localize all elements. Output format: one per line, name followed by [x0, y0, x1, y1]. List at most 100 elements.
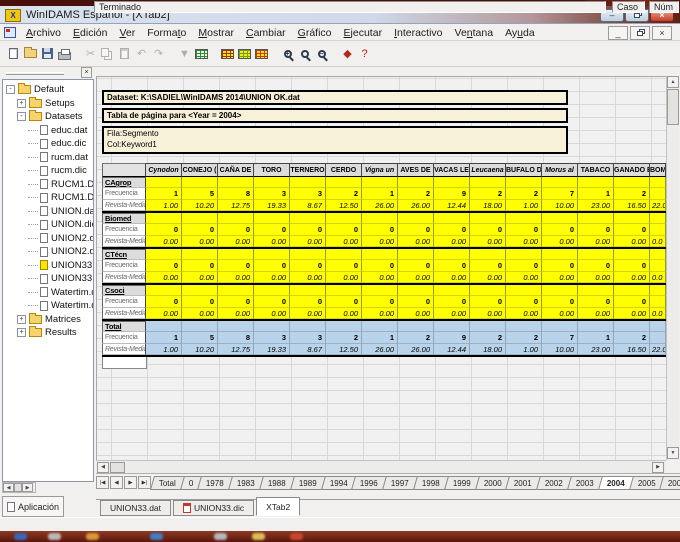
tree-item-results[interactable]: +Results — [3, 326, 93, 340]
cell[interactable] — [254, 285, 290, 296]
cell[interactable] — [470, 285, 506, 296]
cell[interactable]: 0 — [614, 296, 650, 308]
cell[interactable]: 0.00 — [506, 308, 542, 319]
cell[interactable]: 12.44 — [434, 344, 470, 355]
save-icon[interactable] — [39, 45, 56, 63]
cell[interactable]: 5 — [182, 332, 218, 344]
taskbar[interactable] — [0, 531, 680, 542]
cell[interactable]: 0.00 — [506, 236, 542, 247]
col-header[interactable]: Vigna un — [362, 163, 398, 177]
help-icon[interactable]: ? — [356, 45, 373, 63]
yeartab-nav-prev[interactable]: ◀ — [110, 476, 123, 489]
new-document-icon[interactable] — [5, 45, 22, 63]
cell[interactable] — [254, 249, 290, 260]
cell[interactable]: 18.00 — [470, 200, 506, 211]
cell[interactable]: 0 — [398, 224, 434, 236]
cell[interactable] — [362, 285, 398, 296]
cell[interactable]: 0 — [218, 224, 254, 236]
cell[interactable]: 8.67 — [290, 200, 326, 211]
cell[interactable]: 0.0 — [650, 236, 666, 247]
cell[interactable]: 0 — [614, 224, 650, 236]
col-header[interactable]: BOMBAS — [650, 163, 666, 177]
cell[interactable]: 0.00 — [146, 308, 182, 319]
cell[interactable]: 0 — [506, 224, 542, 236]
cell[interactable]: 12.75 — [218, 344, 254, 355]
yeartab-nav-first[interactable]: |◀ — [96, 476, 109, 489]
cell[interactable] — [614, 321, 650, 332]
cell[interactable] — [650, 188, 666, 200]
cell[interactable]: 0.00 — [434, 236, 470, 247]
panel-close-button[interactable]: × — [81, 67, 92, 78]
menu-item-formato[interactable]: Formato — [141, 27, 192, 39]
tree-item-datasets[interactable]: -Datasets — [3, 110, 93, 124]
cell[interactable]: 0 — [614, 260, 650, 272]
cell[interactable] — [650, 249, 666, 260]
cell[interactable]: 19.33 — [254, 200, 290, 211]
cell[interactable]: 0 — [290, 224, 326, 236]
tree-item-watertim.dic[interactable]: Watertim.dic — [3, 299, 93, 313]
cell[interactable] — [434, 285, 470, 296]
cell[interactable]: 0 — [542, 296, 578, 308]
col-header[interactable]: CONEJO ( — [182, 163, 218, 177]
cell[interactable] — [326, 213, 362, 224]
cell[interactable]: 1 — [578, 332, 614, 344]
cell[interactable] — [578, 213, 614, 224]
cell[interactable] — [362, 213, 398, 224]
cell[interactable]: 0.00 — [614, 308, 650, 319]
tree-item-watertim.dat[interactable]: Watertim.dat — [3, 286, 93, 300]
cell[interactable]: 7 — [542, 332, 578, 344]
scroll-left-icon[interactable]: ◀ — [3, 483, 14, 492]
cell[interactable]: 10.20 — [182, 200, 218, 211]
cell[interactable] — [290, 285, 326, 296]
taskbar-icon[interactable] — [48, 533, 61, 540]
expand-icon[interactable]: + — [17, 328, 26, 337]
cell[interactable]: 16.50 — [614, 344, 650, 355]
cell[interactable]: 0.00 — [398, 236, 434, 247]
cell[interactable]: 1 — [578, 188, 614, 200]
cell[interactable] — [254, 213, 290, 224]
cell[interactable]: 0 — [254, 296, 290, 308]
cell[interactable]: 0.00 — [362, 308, 398, 319]
menu-item-ayuda[interactable]: Ayuda — [499, 27, 541, 39]
cell[interactable]: 9 — [434, 332, 470, 344]
cell[interactable]: 0.00 — [470, 308, 506, 319]
cell[interactable]: 0 — [578, 260, 614, 272]
yeartab-nav-last[interactable]: ▶| — [138, 476, 151, 489]
taskbar-icon[interactable] — [290, 533, 303, 540]
cell[interactable]: 1.00 — [506, 344, 542, 355]
cell[interactable]: 0 — [146, 296, 182, 308]
cell[interactable] — [218, 249, 254, 260]
tree-item-union.dat[interactable]: UNION.dat — [3, 205, 93, 219]
cell[interactable]: 5 — [182, 188, 218, 200]
child-restore-button[interactable] — [630, 26, 650, 40]
scroll-up-icon[interactable]: ▲ — [667, 76, 679, 88]
cell[interactable] — [614, 285, 650, 296]
cell[interactable] — [326, 321, 362, 332]
cell[interactable]: 0 — [398, 260, 434, 272]
zoom-out-icon[interactable]: − — [313, 45, 330, 63]
cell[interactable]: 0.00 — [542, 272, 578, 283]
scroll-down-icon[interactable]: ▼ — [667, 447, 679, 459]
vertical-scrollbar[interactable]: ▲ ▼ — [666, 76, 679, 460]
cell[interactable] — [146, 249, 182, 260]
cell[interactable]: 0 — [218, 296, 254, 308]
cell[interactable]: 0 — [326, 224, 362, 236]
cell[interactable] — [650, 332, 666, 344]
cell[interactable]: 0 — [434, 224, 470, 236]
cell[interactable]: 10.00 — [542, 200, 578, 211]
col-header[interactable]: GANADO B — [614, 163, 650, 177]
col-header[interactable]: VACAS LE — [434, 163, 470, 177]
cell[interactable] — [290, 321, 326, 332]
col-header[interactable]: TABACO — [578, 163, 614, 177]
cell[interactable] — [470, 321, 506, 332]
cell[interactable]: 0.00 — [614, 272, 650, 283]
cell[interactable]: 0.00 — [398, 272, 434, 283]
cell[interactable] — [362, 249, 398, 260]
cell[interactable] — [254, 321, 290, 332]
cell[interactable]: 0.00 — [218, 272, 254, 283]
cell[interactable]: 0.00 — [290, 272, 326, 283]
cell[interactable] — [218, 213, 254, 224]
cell[interactable] — [506, 213, 542, 224]
copy-icon[interactable] — [99, 45, 116, 63]
cell[interactable] — [506, 249, 542, 260]
